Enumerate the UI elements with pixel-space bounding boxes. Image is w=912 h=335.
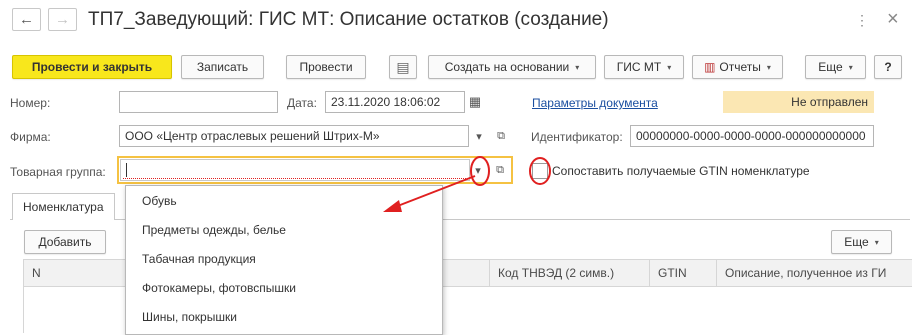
annotation-circle-checkbox [529, 157, 551, 185]
annotation-overlay [383, 156, 551, 212]
annotation-circle-dropdown [470, 156, 490, 186]
annotation-arrow-head [383, 200, 402, 212]
annotation-arrow-line [394, 175, 476, 208]
